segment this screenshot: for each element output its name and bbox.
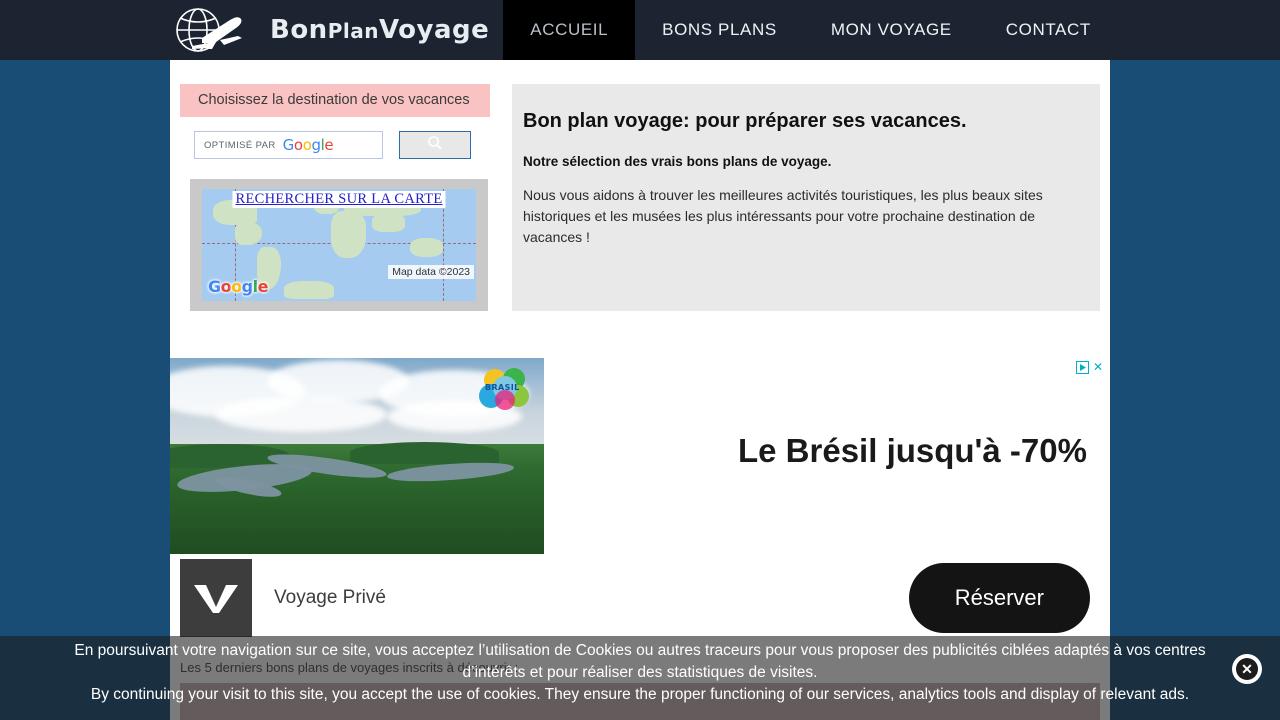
- search-powered-by-label: OPTIMISÉ PAR: [204, 139, 276, 151]
- ad-advertiser-bar: Voyage Privé Réserver: [170, 554, 1106, 642]
- nav-item-mon-voyage[interactable]: MON VOYAGE: [804, 0, 979, 60]
- google-logo: Google: [282, 136, 334, 154]
- intro-panel: Bon plan voyage: pour préparer ses vacan…: [512, 84, 1100, 311]
- destination-sidebar: Choisissez la destination de vos vacance…: [180, 84, 490, 311]
- search-input[interactable]: OPTIMISÉ PAR Google: [194, 131, 383, 159]
- voyage-prive-logo: [180, 559, 252, 637]
- search-button[interactable]: [399, 131, 471, 159]
- advertisement[interactable]: BRASIL ✕ Le Brésil jusqu'à -70% Voyage P…: [170, 358, 1110, 642]
- search-icon: [427, 135, 443, 156]
- reserver-button[interactable]: Réserver: [908, 563, 1090, 633]
- brasil-badge-label: BRASIL: [485, 383, 520, 392]
- adchoices-icon[interactable]: ✕: [1075, 360, 1103, 374]
- map-title: RECHERCHER SUR LA CARTE: [232, 191, 446, 208]
- ad-headline: Le Brésil jusqu'à -70%: [738, 432, 1087, 469]
- map-widget[interactable]: RECHERCHER SUR LA CARTE Google Map data …: [190, 179, 488, 311]
- top-row: Choisissez la destination de vos vacance…: [170, 60, 1110, 311]
- brand-name: BonPlanVoyage: [270, 15, 490, 45]
- cookie-text-en: By continuing your visit to this site, y…: [90, 686, 1190, 703]
- intro-paragraph: Nous vous aidons à trouver les meilleure…: [523, 187, 1043, 245]
- ad-image: BRASIL: [170, 358, 544, 554]
- cookie-close-button[interactable]: ✕: [1232, 654, 1262, 684]
- advertiser-name: Voyage Privé: [274, 587, 386, 608]
- page-title: Bon plan voyage: pour préparer ses vacan…: [523, 110, 967, 132]
- page-content: Choisissez la destination de vos vacance…: [170, 60, 1110, 720]
- nav-item-accueil[interactable]: ACCUEIL: [503, 0, 636, 60]
- map-attribution: Map data ©2023: [388, 265, 474, 279]
- destination-banner: Choisissez la destination de vos vacance…: [180, 84, 490, 117]
- main-navigation: ACCUEIL BONS PLANS MON VOYAGE CONTACT: [503, 0, 1118, 60]
- search-row: OPTIMISÉ PAR Google: [180, 131, 490, 159]
- brasil-badge: BRASIL: [478, 366, 532, 414]
- cookie-text-fr: En poursuivant votre navigation sur ce s…: [74, 642, 1206, 681]
- cookie-banner: En poursuivant votre navigation sur ce s…: [0, 636, 1280, 720]
- world-map[interactable]: RECHERCHER SUR LA CARTE Google Map data …: [202, 189, 476, 301]
- site-header: BonPlanVoyage ACCUEIL BONS PLANS MON VOY…: [0, 0, 1280, 60]
- nav-item-bons-plans[interactable]: BONS PLANS: [635, 0, 804, 60]
- globe-airplane-icon: [168, 2, 264, 58]
- ad-close-icon[interactable]: ✕: [1093, 360, 1103, 374]
- close-icon: ✕: [1236, 658, 1258, 680]
- ad-creative[interactable]: BRASIL ✕ Le Brésil jusqu'à -70%: [170, 358, 1106, 554]
- brand[interactable]: BonPlanVoyage: [0, 0, 489, 60]
- ad-text-area: ✕ Le Brésil jusqu'à -70%: [544, 358, 1106, 554]
- map-google-logo: Google: [208, 277, 268, 296]
- adchoices-triangle-icon: [1075, 360, 1089, 374]
- page-subtitle: Notre sélection des vrais bons plans de …: [523, 154, 832, 169]
- nav-item-contact[interactable]: CONTACT: [979, 0, 1118, 60]
